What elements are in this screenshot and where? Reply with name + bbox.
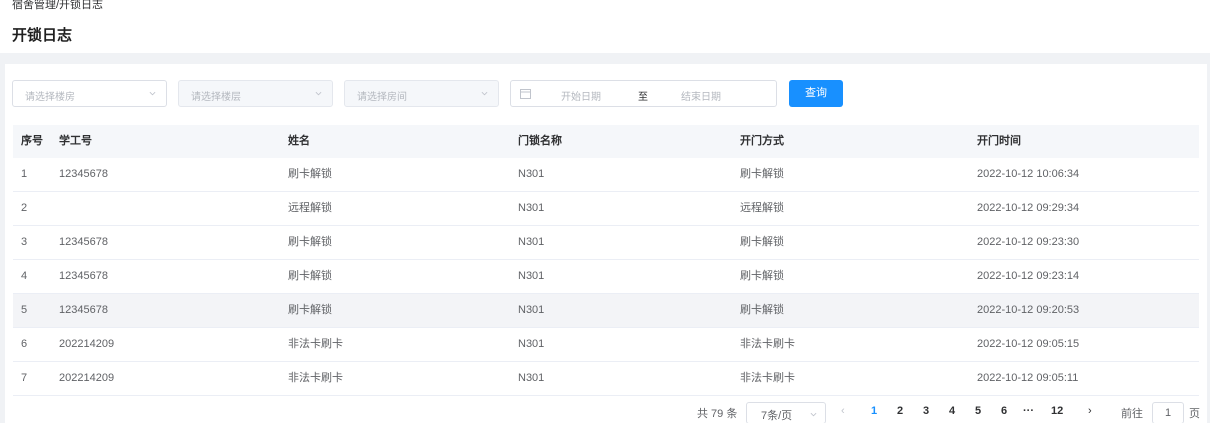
- chevron-left-icon[interactable]: ‹: [841, 405, 845, 417]
- date-range-picker[interactable]: 开始日期 至 结束日期: [510, 80, 777, 107]
- cell-time: 2022-10-12 09:23:30: [977, 236, 1080, 248]
- page-number[interactable]: 4: [949, 405, 955, 417]
- table-row[interactable]: 6 202214209 非法卡刷卡 N301 非法卡刷卡 2022-10-12 …: [13, 328, 1199, 362]
- page-number[interactable]: 6: [1001, 405, 1007, 417]
- cell-time: 2022-10-12 09:29:34: [977, 202, 1080, 214]
- cell-lock: N301: [518, 168, 545, 180]
- breadcrumb[interactable]: 宿舍管理/开锁日志: [12, 0, 103, 12]
- cell-method: 刷卡解锁: [740, 270, 784, 282]
- cell-lock: N301: [518, 236, 545, 248]
- page-ellipsis[interactable]: ···: [1023, 405, 1034, 417]
- unlock-log-table: 序号 学工号 姓名 门锁名称 开门方式 开门时间 1 12345678 刷卡解锁…: [13, 125, 1199, 396]
- cell-name: 刷卡解锁: [288, 270, 332, 282]
- cell-method: 非法卡刷卡: [740, 372, 795, 384]
- page-size-value: 7条/页: [761, 410, 793, 422]
- cell-lock: N301: [518, 304, 545, 316]
- table-row[interactable]: 7 202214209 非法卡刷卡 N301 非法卡刷卡 2022-10-12 …: [13, 362, 1199, 396]
- column-header: 序号: [21, 135, 43, 147]
- table-row[interactable]: 2 远程解锁 N301 远程解锁 2022-10-12 09:29:34: [13, 192, 1199, 226]
- chevron-right-icon[interactable]: ›: [1088, 405, 1092, 417]
- room-select-placeholder: 请选择房间: [357, 92, 407, 103]
- page-number[interactable]: 5: [975, 405, 981, 417]
- column-header: 门锁名称: [518, 135, 562, 147]
- cell-time: 2022-10-12 09:23:14: [977, 270, 1080, 282]
- table-row[interactable]: 5 12345678 刷卡解锁 N301 刷卡解锁 2022-10-12 09:…: [13, 294, 1199, 328]
- cell-lock: N301: [518, 202, 545, 214]
- cell-index: 4: [21, 270, 28, 282]
- room-select[interactable]: 请选择房间: [344, 80, 499, 107]
- cell-id: 202214209: [59, 338, 115, 350]
- page-number[interactable]: 2: [897, 405, 903, 417]
- cell-method: 非法卡刷卡: [740, 338, 795, 350]
- cell-lock: N301: [518, 338, 545, 350]
- chevron-down-icon: [810, 412, 817, 417]
- cell-id: 12345678: [59, 270, 108, 282]
- column-header: 开门方式: [740, 135, 784, 147]
- cell-index: 7: [21, 372, 28, 384]
- page-title: 开锁日志: [12, 27, 73, 44]
- cell-index: 1: [21, 168, 28, 180]
- cell-name: 刷卡解锁: [288, 304, 332, 316]
- table-row[interactable]: 4 12345678 刷卡解锁 N301 刷卡解锁 2022-10-12 09:…: [13, 260, 1199, 294]
- chevron-down-icon: [315, 91, 322, 96]
- cell-method: 远程解锁: [740, 202, 784, 214]
- building-select-placeholder: 请选择楼房: [25, 92, 75, 103]
- cell-id: 12345678: [59, 304, 108, 316]
- page-size-select[interactable]: 7条/页: [746, 402, 826, 423]
- goto-suffix: 页: [1189, 408, 1200, 420]
- table-header: 序号 学工号 姓名 门锁名称 开门方式 开门时间: [13, 125, 1199, 158]
- page-header: 宿舍管理/开锁日志 开锁日志: [0, 0, 1210, 53]
- cell-id: 12345678: [59, 168, 108, 180]
- cell-lock: N301: [518, 270, 545, 282]
- cell-name: 非法卡刷卡: [288, 372, 343, 384]
- cell-lock: N301: [518, 372, 545, 384]
- cell-index: 5: [21, 304, 28, 316]
- pagination: 共 79 条 7条/页 ‹ 1 2 3 4 5 6 ··· 12 › 前往 1 …: [5, 402, 1207, 423]
- cell-time: 2022-10-12 09:20:53: [977, 304, 1080, 316]
- cell-method: 刷卡解锁: [740, 168, 784, 180]
- floor-select[interactable]: 请选择楼层: [178, 80, 333, 107]
- page-number[interactable]: 3: [923, 405, 929, 417]
- column-header: 学工号: [59, 135, 92, 147]
- cell-id: 12345678: [59, 236, 108, 248]
- cell-time: 2022-10-12 09:05:11: [977, 372, 1079, 384]
- cell-name: 刷卡解锁: [288, 168, 332, 180]
- building-select[interactable]: 请选择楼房: [12, 80, 167, 107]
- page-number[interactable]: 1: [871, 405, 877, 417]
- cell-name: 非法卡刷卡: [288, 338, 343, 350]
- cell-time: 2022-10-12 10:06:34: [977, 168, 1080, 180]
- cell-index: 2: [21, 202, 28, 214]
- start-date-input[interactable]: 开始日期: [561, 88, 601, 103]
- cell-index: 3: [21, 236, 28, 248]
- content-card: 请选择楼房 请选择楼层 请选择房间 开始日期 至 结束日期 查询 序号 学工号 …: [5, 64, 1207, 423]
- chevron-down-icon: [149, 91, 156, 96]
- column-header: 姓名: [288, 135, 310, 147]
- end-date-input[interactable]: 结束日期: [681, 88, 721, 103]
- chevron-down-icon: [481, 91, 488, 96]
- cell-method: 刷卡解锁: [740, 304, 784, 316]
- cell-name: 刷卡解锁: [288, 236, 332, 248]
- page-number[interactable]: 12: [1051, 405, 1063, 417]
- calendar-icon: [520, 89, 531, 99]
- cell-method: 刷卡解锁: [740, 236, 784, 248]
- cell-id: 202214209: [59, 372, 115, 384]
- floor-select-placeholder: 请选择楼层: [191, 92, 241, 103]
- cell-time: 2022-10-12 09:05:15: [977, 338, 1080, 350]
- goto-page-input[interactable]: 1: [1152, 402, 1184, 423]
- table-row[interactable]: 1 12345678 刷卡解锁 N301 刷卡解锁 2022-10-12 10:…: [13, 158, 1199, 192]
- query-button[interactable]: 查询: [789, 80, 843, 107]
- pagination-total: 共 79 条: [697, 408, 738, 420]
- range-separator: 至: [638, 92, 648, 103]
- column-header: 开门时间: [977, 135, 1021, 147]
- goto-label: 前往: [1121, 408, 1143, 420]
- cell-name: 远程解锁: [288, 202, 332, 214]
- cell-index: 6: [21, 338, 28, 350]
- table-row[interactable]: 3 12345678 刷卡解锁 N301 刷卡解锁 2022-10-12 09:…: [13, 226, 1199, 260]
